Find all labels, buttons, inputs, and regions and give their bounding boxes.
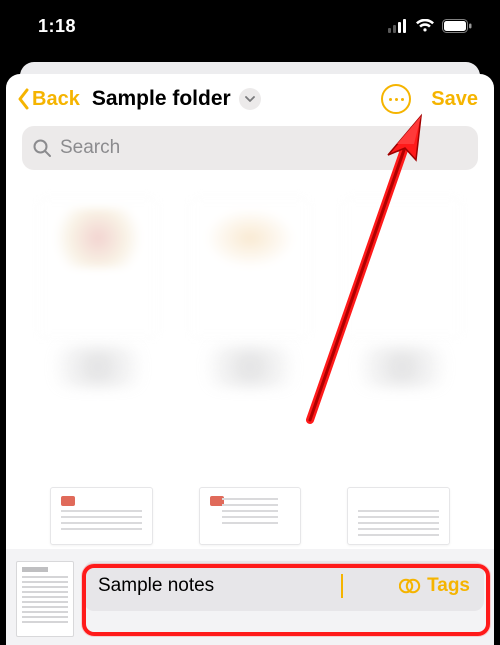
back-button[interactable]: Back xyxy=(16,88,80,111)
folder-title-group[interactable]: Sample folder xyxy=(92,87,261,111)
wifi-icon xyxy=(415,19,435,33)
bottom-naming-bar: Tags xyxy=(6,549,494,645)
back-label: Back xyxy=(32,88,80,111)
note-preview-thumbnail[interactable] xyxy=(16,561,74,637)
cellular-icon xyxy=(388,19,408,33)
note-tile[interactable] xyxy=(338,198,466,388)
tags-label: Tags xyxy=(427,575,470,597)
modal-sheet: Back Sample folder Save Search xyxy=(6,74,494,645)
ellipsis-icon xyxy=(389,98,392,101)
search-icon xyxy=(32,138,52,158)
navigation-bar: Back Sample folder Save xyxy=(6,74,494,118)
save-button[interactable]: Save xyxy=(431,88,478,111)
status-bar: 1:18 xyxy=(0,0,500,52)
note-tile[interactable] xyxy=(34,198,162,388)
text-cursor xyxy=(341,574,343,598)
chevron-down-icon xyxy=(245,96,255,103)
folder-dropdown-button[interactable] xyxy=(239,88,261,110)
tags-icon xyxy=(399,577,421,595)
tags-button[interactable]: Tags xyxy=(399,575,470,597)
note-name-field-container: Tags xyxy=(84,561,484,611)
search-field[interactable]: Search xyxy=(22,126,478,170)
folder-title: Sample folder xyxy=(92,87,231,111)
status-time: 1:18 xyxy=(38,16,76,37)
chevron-left-icon xyxy=(16,88,30,110)
status-icons xyxy=(388,19,472,33)
page-thumbnail[interactable] xyxy=(347,487,450,545)
note-name-input[interactable] xyxy=(98,575,343,597)
page-thumbnail-row xyxy=(6,487,494,545)
notes-grid xyxy=(6,174,494,388)
note-tile[interactable] xyxy=(186,198,314,388)
more-options-button[interactable] xyxy=(381,84,411,114)
page-thumbnail[interactable] xyxy=(50,487,153,545)
search-placeholder: Search xyxy=(60,137,120,159)
page-thumbnail[interactable] xyxy=(199,487,302,545)
battery-icon xyxy=(442,19,472,33)
